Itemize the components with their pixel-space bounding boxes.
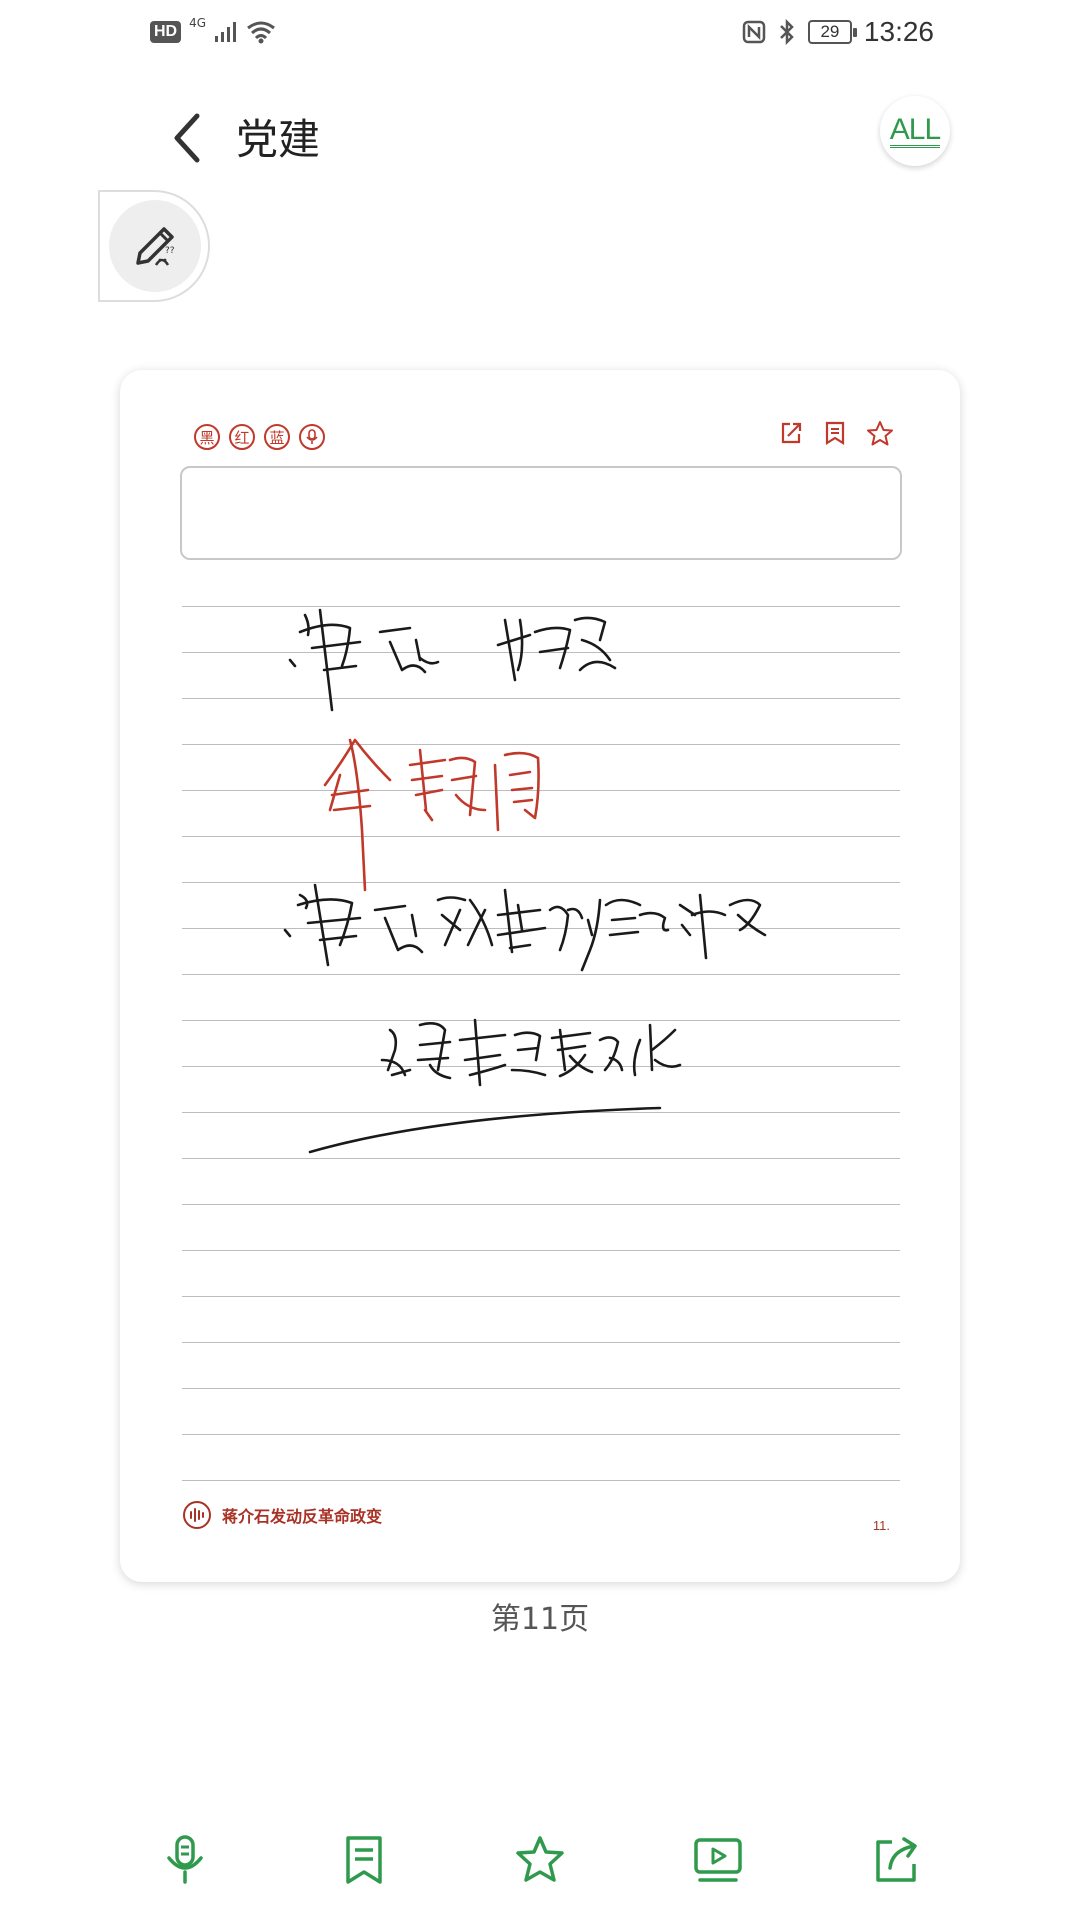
ruled-line	[182, 1204, 900, 1205]
audio-recording-row[interactable]: 蒋介石发动反革命政变	[182, 1500, 382, 1530]
ruled-line	[182, 698, 900, 699]
signal-icon	[215, 22, 237, 42]
pen-icon: ??	[136, 227, 175, 266]
note-title-box[interactable]	[180, 466, 902, 560]
network-type: 4G	[189, 16, 207, 30]
favorite-button[interactable]	[510, 1830, 570, 1890]
star-small-icon[interactable]	[866, 420, 894, 446]
ruled-line	[182, 974, 900, 975]
ruled-line	[182, 744, 900, 745]
card-actions	[778, 420, 894, 446]
video-icon	[694, 1838, 742, 1882]
pen-color-tools: 黑 红 蓝	[194, 424, 325, 450]
ruled-line	[182, 1250, 900, 1251]
floating-pen-button[interactable]: ??	[98, 190, 210, 302]
audio-title: 蒋介石发动反革命政变	[222, 1507, 383, 1526]
page-number-small: 11.	[872, 1518, 890, 1533]
ruled-line	[182, 1158, 900, 1159]
ruled-line	[182, 1296, 900, 1297]
ruled-line	[182, 882, 900, 883]
status-left: HD 4G	[150, 14, 276, 50]
voice-button[interactable]	[155, 1830, 215, 1890]
hd-badge: HD	[150, 21, 182, 43]
ruled-line	[182, 606, 900, 607]
microphone-icon	[167, 1835, 203, 1884]
star-icon	[516, 1836, 564, 1882]
chevron-left-icon	[174, 113, 200, 163]
note-page-card[interactable]: 黑 红 蓝 蒋介石发动反革命政变 11.	[120, 370, 960, 1582]
audio-wave-icon	[183, 1501, 211, 1529]
color-blue-button[interactable]: 蓝	[264, 424, 290, 450]
playback-button[interactable]	[688, 1830, 748, 1890]
clock: 13:26	[863, 16, 934, 47]
share-icon	[876, 1837, 917, 1882]
status-bar: HD 4G 29 13:26	[0, 0, 1080, 64]
voice-record-button[interactable]	[299, 424, 325, 450]
bookmark-button[interactable]	[334, 1830, 394, 1890]
app-header: 党建 ALL	[0, 90, 1080, 180]
pen-button-inner: ??	[109, 200, 201, 292]
ruled-line	[182, 1480, 900, 1481]
back-button[interactable]	[165, 108, 215, 168]
ruled-line	[182, 928, 900, 929]
bottom-toolbar	[0, 1830, 1080, 1910]
ruled-line	[182, 1388, 900, 1389]
wifi-icon	[247, 21, 275, 44]
color-black-button[interactable]: 黑	[194, 424, 220, 450]
ruled-line	[182, 1112, 900, 1113]
page-indicator: 第11页	[490, 1602, 590, 1637]
ruled-line	[182, 790, 900, 791]
battery-level: 29	[820, 22, 840, 41]
page-title: 党建	[236, 115, 321, 164]
bookmark-icon	[346, 1836, 382, 1884]
all-label: ALL	[889, 112, 941, 148]
ruled-line	[182, 1434, 900, 1435]
ruled-lines	[182, 606, 900, 1526]
bookmark-small-icon[interactable]	[824, 420, 846, 446]
share-small-icon[interactable]	[778, 420, 804, 446]
ruled-line	[182, 1066, 900, 1067]
bluetooth-icon	[780, 19, 794, 45]
ruled-line	[182, 1020, 900, 1021]
battery-icon: 29	[807, 20, 857, 44]
status-right: 29 13:26	[742, 12, 934, 52]
share-button[interactable]	[866, 1830, 926, 1890]
microphone-small-icon	[306, 429, 318, 444]
color-red-button[interactable]: 红	[229, 424, 255, 450]
ruled-line	[182, 652, 900, 653]
svg-text:??: ??	[165, 246, 175, 256]
ruled-line	[182, 1342, 900, 1343]
all-button[interactable]: ALL	[880, 96, 950, 166]
nfc-icon	[742, 20, 766, 44]
ruled-line	[182, 836, 900, 837]
